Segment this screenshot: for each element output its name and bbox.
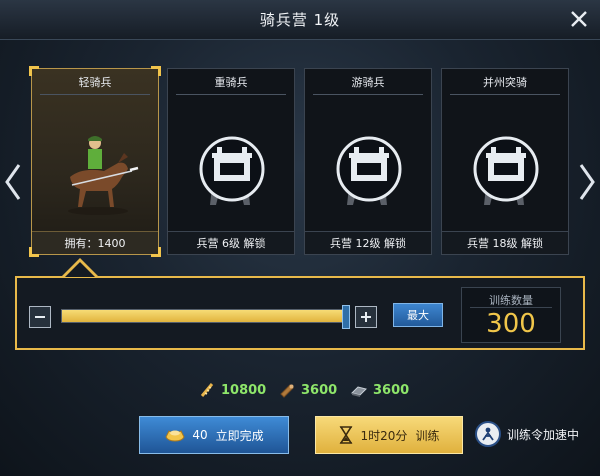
locked-unit-art xyxy=(464,119,548,219)
grain-icon xyxy=(200,383,214,397)
next-arrow-button[interactable] xyxy=(576,160,598,204)
iron-icon xyxy=(351,386,367,397)
unit-status: 兵营 18级 解锁 xyxy=(442,231,568,254)
training-panel: 最大 训练数量 300 xyxy=(15,276,585,350)
divider xyxy=(470,307,552,308)
wood-cost: 3600 xyxy=(278,381,337,399)
max-button[interactable]: 最大 xyxy=(393,303,443,327)
window-title: 骑兵营 1级 xyxy=(259,11,341,29)
train-button[interactable]: 1时20分 训练 xyxy=(315,416,463,454)
close-icon xyxy=(571,11,587,27)
hourglass-icon xyxy=(339,426,352,444)
locked-unit-art xyxy=(190,119,274,219)
slider-fill xyxy=(62,310,346,322)
lock-icon xyxy=(199,136,265,205)
divider xyxy=(450,94,560,95)
selection-pointer-inner xyxy=(65,262,95,277)
chevron-right-icon xyxy=(579,164,595,200)
close-button[interactable] xyxy=(567,7,591,31)
gold-ingot-icon xyxy=(165,430,185,442)
unit-card-bingzhou-cavalry[interactable]: 并州突骑 兵营 18级 解锁 xyxy=(441,68,569,255)
wood-icon xyxy=(280,384,294,398)
increase-button[interactable] xyxy=(355,306,377,328)
training-count-label: 训练数量 xyxy=(489,294,533,307)
grain-cost: 10800 xyxy=(198,381,266,399)
instant-cost-value: 40 xyxy=(192,428,208,442)
unit-status: 兵营 6级 解锁 xyxy=(168,231,294,254)
unit-card-light-cavalry[interactable]: 轻骑兵 拥有：1400 xyxy=(29,66,161,257)
speedup-order-button[interactable]: 训练令加速中 xyxy=(475,421,579,447)
train-label: 训练 xyxy=(415,428,440,443)
unit-card-ranger-cavalry[interactable]: 游骑兵 兵营 12级 解锁 xyxy=(304,68,432,255)
unit-name: 重骑兵 xyxy=(214,76,248,89)
locked-unit-art xyxy=(327,119,411,219)
iron-cost: 3600 xyxy=(350,381,409,399)
wood-cost-value: 3600 xyxy=(301,382,338,398)
training-count-value[interactable]: 300 xyxy=(462,309,560,339)
unit-status: 兵营 12级 解锁 xyxy=(305,231,431,254)
quantity-slider[interactable] xyxy=(61,305,350,329)
unit-name: 并州突骑 xyxy=(483,76,527,89)
instant-complete-label: 立即完成 xyxy=(215,428,264,443)
divider xyxy=(313,94,423,95)
grain-cost-value: 10800 xyxy=(221,382,267,398)
training-count-box: 训练数量 300 xyxy=(461,287,561,343)
unit-name: 轻骑兵 xyxy=(78,76,112,89)
instant-complete-button[interactable]: 40 立即完成 xyxy=(139,416,289,454)
divider xyxy=(40,94,150,95)
lock-icon xyxy=(473,136,539,205)
title-bar: 骑兵营 1级 xyxy=(0,0,600,40)
unit-name: 游骑兵 xyxy=(351,76,385,89)
unit-status: 拥有：1400 xyxy=(32,231,158,254)
train-time-value: 1时20分 xyxy=(360,428,408,443)
speedup-label: 训练令加速中 xyxy=(507,427,580,442)
chevron-left-icon xyxy=(5,164,21,200)
cavalry-emblem-icon xyxy=(475,421,501,447)
minus-icon xyxy=(35,316,45,318)
lock-icon xyxy=(336,136,402,205)
plus-icon xyxy=(361,312,371,322)
iron-cost-value: 3600 xyxy=(373,382,410,398)
unit-card-heavy-cavalry[interactable]: 重骑兵 兵营 6级 解锁 xyxy=(167,68,295,255)
decrease-button[interactable] xyxy=(29,306,51,328)
prev-arrow-button[interactable] xyxy=(2,160,24,204)
slider-handle[interactable] xyxy=(342,305,350,329)
divider xyxy=(176,94,286,95)
light-cavalry-figure-icon xyxy=(68,136,139,215)
